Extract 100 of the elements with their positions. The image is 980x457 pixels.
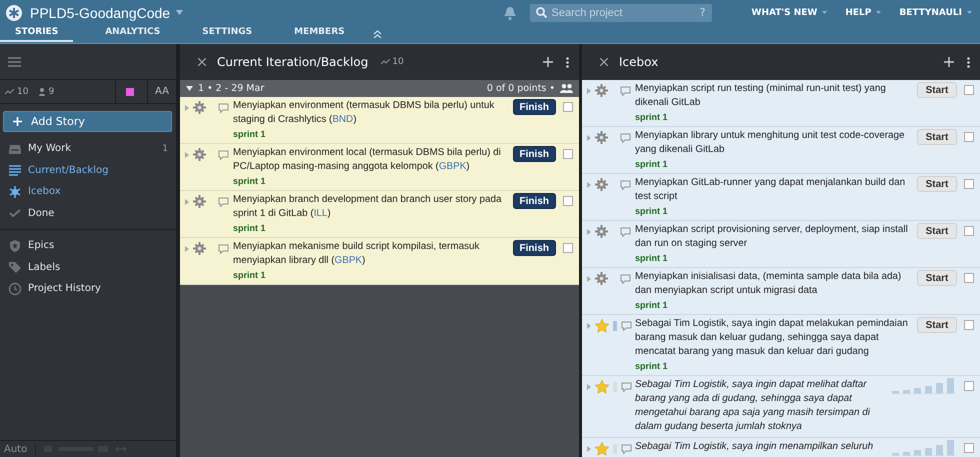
select-checkbox[interactable] [563, 196, 573, 206]
state-button[interactable]: Finish [512, 240, 556, 256]
expand-arrow-icon[interactable] [587, 276, 591, 282]
story-row[interactable]: Sebagai Tim Logistik, saya ingin menampilkan seluruh [582, 438, 980, 457]
state-button[interactable]: Finish [512, 193, 556, 209]
menu-label[interactable]: WHAT'S NEW [752, 8, 818, 18]
story-row[interactable]: Menyiapkan mekanisme build script kompilasi, termasuk menyiapkan library dll (GBPK) sprint 1 Finish [180, 238, 579, 285]
story-label[interactable]: sprint 1 [635, 299, 913, 311]
comment-icon[interactable] [620, 180, 631, 190]
more-vertical-icon[interactable] [967, 56, 970, 68]
estimate-bars-icon[interactable] [892, 378, 957, 394]
story-row[interactable]: Menyiapkan script run testing (minimal run-unit test) yang dikenali GitLab sprint 1 Start [582, 80, 980, 127]
close-icon[interactable] [198, 58, 206, 66]
select-checkbox[interactable] [964, 273, 974, 283]
expand-arrow-icon[interactable] [587, 182, 591, 188]
menu-label[interactable]: HELP [845, 8, 872, 18]
select-checkbox[interactable] [964, 226, 974, 236]
font-size-button[interactable]: AA [147, 80, 176, 103]
close-icon[interactable] [600, 58, 608, 66]
story-row[interactable]: Sebagai Tim Logistik, saya ingin dapat melihat daftar barang yang ada di gudang, sehingga saya dapat mengetahui barang apa saja yang masih tersimpan di dalam gudang beserta jumlah stoknya [582, 376, 980, 438]
nav-tab[interactable]: ANALYTICS [91, 24, 188, 42]
select-checkbox[interactable] [964, 320, 974, 330]
sidebar-item[interactable]: Labels [0, 256, 176, 278]
plus-icon[interactable] [543, 57, 553, 67]
story-label[interactable]: sprint 1 [233, 269, 509, 281]
estimate-bars-icon[interactable] [892, 440, 957, 456]
owner-link[interactable]: BND [332, 114, 354, 125]
story-label[interactable]: sprint 1 [635, 205, 913, 217]
comment-icon[interactable] [620, 132, 631, 142]
owner-link[interactable]: GBPK [438, 161, 466, 172]
more-vertical-icon[interactable] [566, 56, 569, 68]
story-row[interactable]: Menyiapkan script provisioning server, deployment, siap install dan run on staging server sprint 1 Start [582, 221, 980, 268]
expand-arrow-icon[interactable] [587, 134, 591, 140]
select-checkbox[interactable] [964, 443, 974, 453]
owner-link[interactable]: ILL [314, 208, 328, 219]
state-button[interactable]: Start [917, 129, 957, 145]
select-checkbox[interactable] [964, 132, 974, 142]
story-label[interactable]: sprint 1 [233, 222, 509, 234]
state-button[interactable]: Start [917, 176, 957, 192]
nav-tab[interactable]: STORIES [0, 24, 74, 42]
sidebar-item[interactable]: Epics [0, 235, 176, 256]
menu-icon[interactable] [8, 56, 21, 66]
sidebar-item[interactable]: Icebox [0, 181, 176, 202]
select-checkbox[interactable] [563, 102, 573, 112]
sidebar-item[interactable]: Current/Backlog [0, 160, 176, 181]
story-label[interactable]: sprint 1 [635, 158, 913, 170]
expand-arrow-icon[interactable] [185, 152, 189, 158]
plus-icon[interactable] [944, 57, 954, 67]
story-row[interactable]: Menyiapkan GitLab-runner yang dapat menjalankan build dan test script sprint 1 Start [582, 174, 980, 221]
comment-icon[interactable] [218, 244, 229, 254]
comment-icon[interactable] [621, 382, 632, 392]
sidebar-item[interactable]: Done [0, 202, 176, 224]
expand-arrow-icon[interactable] [185, 104, 189, 110]
owner-link[interactable]: GBPK [334, 255, 362, 266]
story-row[interactable]: Sebagai Tim Logistik, saya ingin dapat melakukan pemindaian barang masuk dan keluar gudang, sehingga saya dapat mencatat barang yang masuk dan keluar dari gudang sprint 1 Start [582, 315, 980, 376]
menu-label[interactable]: BETTYNAULI [899, 8, 962, 18]
double-chevron-up-icon[interactable] [372, 30, 382, 38]
nav-tab[interactable]: SETTINGS [188, 24, 280, 42]
sidebar-item[interactable]: My Work 1 [0, 138, 176, 160]
expand-arrow-icon[interactable] [587, 323, 591, 329]
comment-icon[interactable] [218, 196, 229, 206]
resize-arrows-icon[interactable] [116, 446, 126, 452]
sidebar-item[interactable]: Project History [0, 278, 176, 300]
story-row[interactable]: Menyiapkan inisialisasi data, (meminta sample data bila ada) dan menyiapkan script untuk migrasi data sprint 1 Start [582, 268, 980, 315]
auto-toggle[interactable]: Auto [4, 444, 36, 454]
state-button[interactable]: Finish [512, 99, 556, 115]
project-title[interactable]: PPLD5-GoodangCode [30, 4, 170, 20]
people-icon[interactable] [560, 84, 573, 93]
state-button[interactable]: Start [917, 223, 957, 239]
state-button[interactable]: Finish [512, 146, 556, 162]
select-checkbox[interactable] [964, 85, 974, 95]
story-label[interactable]: sprint 1 [635, 360, 913, 372]
state-button[interactable]: Start [917, 82, 957, 98]
expand-arrow-icon[interactable] [587, 228, 591, 234]
comment-icon[interactable] [620, 274, 631, 284]
story-row[interactable]: Menyiapkan environment (termasuk DBMS bila perlu) untuk staging di Crashlytics (BND) sprint 1 Finish [180, 97, 579, 144]
story-label[interactable]: sprint 1 [635, 111, 913, 123]
select-checkbox[interactable] [964, 381, 974, 391]
expand-arrow-icon[interactable] [185, 198, 189, 204]
select-checkbox[interactable] [563, 243, 573, 253]
story-row[interactable]: Menyiapkan environment local (termasuk DBMS bila perlu) di PC/Laptop masing-masing anggota kelompok (GBPK) sprint 1 Finish [180, 144, 579, 191]
story-label[interactable]: sprint 1 [233, 128, 509, 140]
select-checkbox[interactable] [964, 179, 974, 189]
state-button[interactable]: Start [917, 317, 957, 333]
caret-down-icon[interactable] [186, 86, 193, 91]
expand-arrow-icon[interactable] [587, 446, 591, 452]
add-story-button[interactable]: Add Story [3, 111, 172, 132]
comment-icon[interactable] [621, 444, 632, 454]
select-checkbox[interactable] [563, 149, 573, 159]
story-row[interactable]: Menyiapkan branch development dan branch user story pada sprint 1 di GitLab (ILL) sprint 1 Finish [180, 191, 579, 238]
story-label[interactable]: sprint 1 [233, 175, 509, 187]
comment-icon[interactable] [218, 150, 229, 160]
story-label[interactable]: sprint 1 [635, 252, 913, 264]
comment-icon[interactable] [620, 226, 631, 236]
comment-icon[interactable] [218, 102, 229, 112]
expand-arrow-icon[interactable] [185, 246, 189, 252]
bell-icon[interactable] [504, 6, 516, 20]
state-button[interactable]: Start [917, 270, 957, 286]
nav-tab[interactable]: MEMBERS [280, 24, 373, 42]
comment-icon[interactable] [620, 86, 631, 96]
